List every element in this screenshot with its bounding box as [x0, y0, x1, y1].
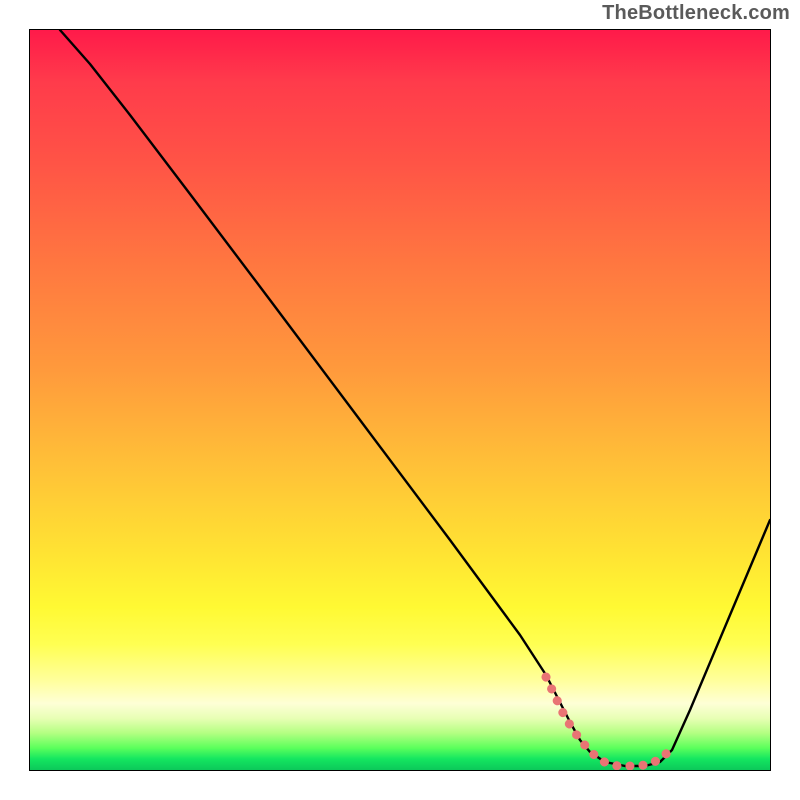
main-curve-line	[60, 30, 770, 766]
highlight-curve-line	[546, 677, 674, 766]
chart-container: TheBottleneck.com	[0, 0, 800, 800]
watermark-text: TheBottleneck.com	[602, 2, 790, 25]
plot-area	[29, 29, 771, 771]
curve-overlay	[30, 30, 770, 770]
